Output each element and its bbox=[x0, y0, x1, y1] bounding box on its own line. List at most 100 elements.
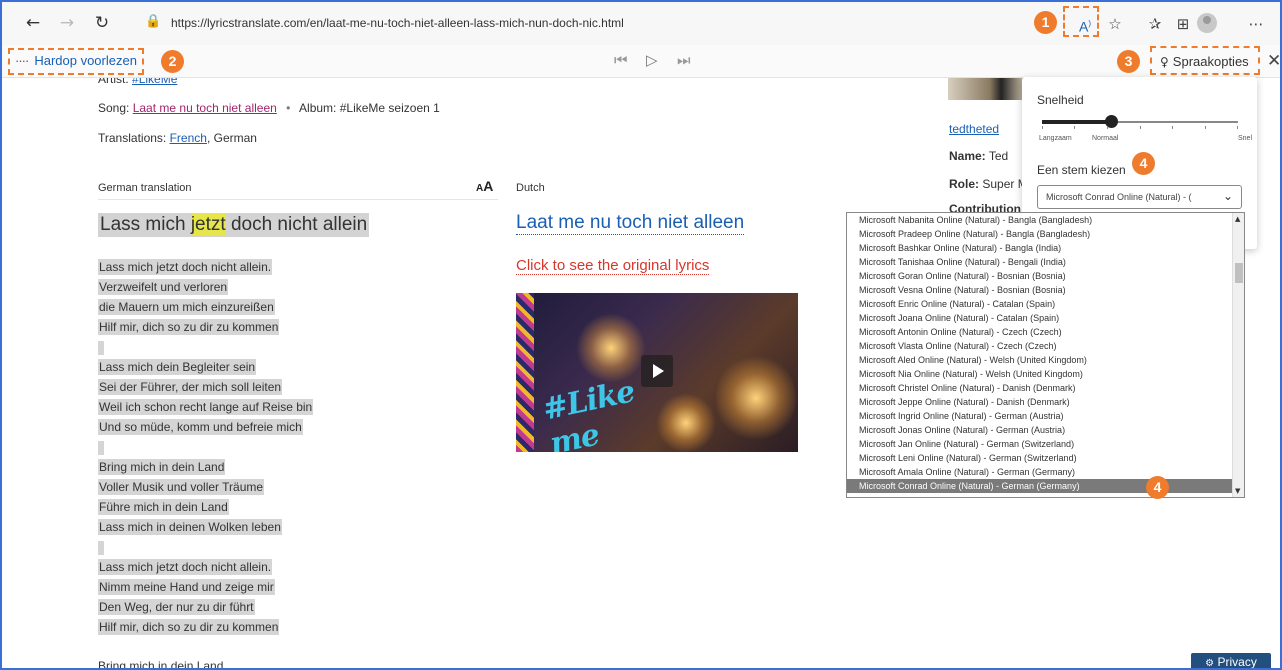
lyrics-line: Hilf mir, dich so zu dir zu kommen bbox=[98, 617, 458, 637]
next-paragraph-icon[interactable]: ⏭ bbox=[677, 51, 691, 69]
lyrics-line: Nimm meine Hand und zeige mir bbox=[98, 577, 458, 597]
video-thumbnail[interactable]: #Like me bbox=[516, 293, 798, 452]
original-lyrics-link[interactable]: Click to see the original lyrics bbox=[516, 257, 710, 275]
voice-option[interactable]: Microsoft Christel Online (Natural) - Da… bbox=[847, 381, 1244, 395]
user-banner-image bbox=[948, 78, 1024, 100]
speed-fast-label: Snel bbox=[1238, 135, 1253, 142]
scrollbar-thumb[interactable] bbox=[1235, 263, 1243, 283]
lyrics-line-text: Führe mich in dein Land bbox=[98, 499, 229, 515]
voice-option[interactable]: Microsoft Joana Online (Natural) - Catal… bbox=[847, 311, 1244, 325]
highlight-mark bbox=[98, 441, 104, 455]
refresh-icon[interactable]: ↻ bbox=[92, 13, 112, 33]
voice-option[interactable]: Microsoft Pradeep Online (Natural) - Ban… bbox=[847, 227, 1244, 241]
lyrics-line-text: Lass mich jetzt doch nicht allein. bbox=[98, 259, 273, 275]
callout-box-read-aloud bbox=[1063, 6, 1099, 37]
title-part: doch nicht allein bbox=[225, 214, 368, 235]
lyrics-line: Lass mich in deinen Wolken leben bbox=[98, 517, 458, 537]
voice-option[interactable]: Microsoft Antonin Online (Natural) - Cze… bbox=[847, 325, 1244, 339]
collections-icon[interactable]: ⊞ bbox=[1173, 14, 1193, 34]
dutch-header: Dutch bbox=[516, 182, 545, 194]
back-arrow-icon[interactable]: ← bbox=[23, 13, 43, 33]
voice-option[interactable]: Microsoft Ingrid Online (Natural) - Germ… bbox=[847, 409, 1244, 423]
speed-slider-fill bbox=[1042, 120, 1111, 124]
speed-normal-label: Normaal bbox=[1092, 135, 1119, 142]
dutch-song-title[interactable]: Laat me nu toch niet alleen bbox=[516, 212, 745, 235]
dropdown-scrollbar[interactable]: ▲ ▼ bbox=[1232, 213, 1244, 497]
scroll-down-icon[interactable]: ▼ bbox=[1235, 487, 1240, 495]
german-song-title: Lass mich jetzt doch nicht allein bbox=[98, 213, 370, 237]
previous-paragraph-icon[interactable]: ⏮ bbox=[614, 51, 628, 69]
german-translation-header: German translation bbox=[98, 182, 192, 194]
title-part: Lass mich bbox=[100, 214, 191, 235]
voice-list: Microsoft Nabanita Online (Natural) - Ba… bbox=[847, 213, 1244, 493]
voice-option[interactable]: Microsoft Nia Online (Natural) - Welsh (… bbox=[847, 367, 1244, 381]
voice-option[interactable]: Microsoft Tanishaa Online (Natural) - Be… bbox=[847, 255, 1244, 269]
lyrics-line: Sei der Führer, der mich soll leiten bbox=[98, 377, 458, 397]
play-icon[interactable]: ▷ bbox=[646, 51, 658, 69]
divider bbox=[98, 199, 498, 200]
album-value: #LikeMe seizoen 1 bbox=[339, 101, 440, 115]
profile-avatar[interactable] bbox=[1197, 13, 1217, 33]
voice-option[interactable]: Microsoft Vlasta Online (Natural) - Czec… bbox=[847, 339, 1244, 353]
lyrics-line: Führe mich in dein Land bbox=[98, 497, 458, 517]
voice-select[interactable]: Microsoft Conrad Online (Natural) - (⌄ bbox=[1037, 185, 1242, 209]
translations-label: Translations: bbox=[98, 131, 167, 145]
voice-option[interactable]: Microsoft Conrad Online (Natural) - Germ… bbox=[847, 479, 1244, 493]
voice-dropdown-list[interactable]: Microsoft Nabanita Online (Natural) - Ba… bbox=[846, 212, 1245, 498]
lyrics-line-text: Lass mich dein Begleiter sein bbox=[98, 359, 257, 375]
lyrics-line: Lass mich jetzt doch nicht allein. bbox=[98, 257, 458, 277]
lyrics-line-text: Den Weg, der nur zu dir führt bbox=[98, 599, 255, 615]
voice-option[interactable]: Microsoft Aled Online (Natural) - Welsh … bbox=[847, 353, 1244, 367]
sidebar-name: Name: Ted bbox=[949, 149, 1008, 163]
highlight-mark bbox=[98, 341, 104, 355]
favorites-icon[interactable]: ✰ bbox=[1145, 14, 1165, 34]
voice-option[interactable]: Microsoft Vesna Online (Natural) - Bosni… bbox=[847, 283, 1244, 297]
highlight-mark bbox=[98, 541, 104, 555]
artist-line: Artist: #LikeMe bbox=[98, 78, 177, 86]
lyrics-line: Lass mich jetzt doch nicht allein. bbox=[98, 557, 458, 577]
voice-option[interactable]: Microsoft Leni Online (Natural) - German… bbox=[847, 451, 1244, 465]
scroll-up-icon[interactable]: ▲ bbox=[1235, 215, 1240, 223]
artist-label: Artist: bbox=[98, 78, 129, 86]
slider-tick bbox=[1140, 126, 1141, 129]
callout-number: 3 bbox=[1117, 50, 1140, 73]
sidebar-role: Role: Super M bbox=[949, 177, 1028, 191]
lyrics-line: die Mauern um mich einzureißen bbox=[98, 297, 458, 317]
voice-option[interactable]: Microsoft Nabanita Online (Natural) - Ba… bbox=[847, 213, 1244, 227]
candle-glow bbox=[716, 353, 796, 443]
lyrics-line-text: Und so müde, komm und befreie mich bbox=[98, 419, 303, 435]
voice-option[interactable]: Microsoft Amala Online (Natural) - Germa… bbox=[847, 465, 1244, 479]
stanza-gap bbox=[98, 437, 458, 457]
font-size-icon[interactable]: AA bbox=[476, 178, 493, 196]
close-icon[interactable]: ✕ bbox=[1267, 51, 1281, 71]
candle-glow bbox=[576, 313, 646, 383]
video-play-icon[interactable] bbox=[641, 355, 673, 387]
voice-select-value: Microsoft Conrad Online (Natural) - ( bbox=[1046, 192, 1192, 202]
slider-tick bbox=[1205, 126, 1206, 129]
username-link[interactable]: tedtheted bbox=[949, 122, 999, 136]
forward-arrow-icon[interactable]: → bbox=[57, 13, 77, 33]
voice-option[interactable]: Microsoft Enric Online (Natural) - Catal… bbox=[847, 297, 1244, 311]
lyrics-line: Den Weg, der nur zu dir führt bbox=[98, 597, 458, 617]
lyrics-line-text: Weil ich schon recht lange auf Reise bin bbox=[98, 399, 314, 415]
role-value: Super M bbox=[982, 177, 1028, 191]
name-label: Name: bbox=[949, 149, 986, 163]
voice-option[interactable]: Microsoft Jan Online (Natural) - German … bbox=[847, 437, 1244, 451]
song-link[interactable]: Laat me nu toch niet alleen bbox=[133, 101, 277, 115]
favorites-add-icon[interactable]: ☆ bbox=[1105, 14, 1125, 34]
voice-option[interactable]: Microsoft Jeppe Online (Natural) - Danis… bbox=[847, 395, 1244, 409]
voice-option[interactable]: Microsoft Bashkar Online (Natural) - Ban… bbox=[847, 241, 1244, 255]
lyrics-line-text: Hilf mir, dich so zu dir zu kommen bbox=[98, 319, 280, 335]
name-value: Ted bbox=[988, 149, 1009, 163]
privacy-button[interactable]: ⚙ Privacy bbox=[1191, 653, 1271, 670]
lyrics-line: Bring mich in dein Land bbox=[98, 457, 458, 477]
more-menu-icon[interactable]: ⋯ bbox=[1246, 14, 1266, 34]
lyrics-line-text: die Mauern um mich einzureißen bbox=[98, 299, 275, 315]
artist-link[interactable]: #LikeMe bbox=[132, 78, 177, 86]
callout-number: 2 bbox=[161, 50, 184, 73]
translation-french-link[interactable]: French bbox=[170, 131, 207, 145]
video-stripe bbox=[516, 293, 534, 452]
voice-option[interactable]: Microsoft Goran Online (Natural) - Bosni… bbox=[847, 269, 1244, 283]
lyrics-line: Voller Musik und voller Träume bbox=[98, 477, 458, 497]
voice-option[interactable]: Microsoft Jonas Online (Natural) - Germa… bbox=[847, 423, 1244, 437]
